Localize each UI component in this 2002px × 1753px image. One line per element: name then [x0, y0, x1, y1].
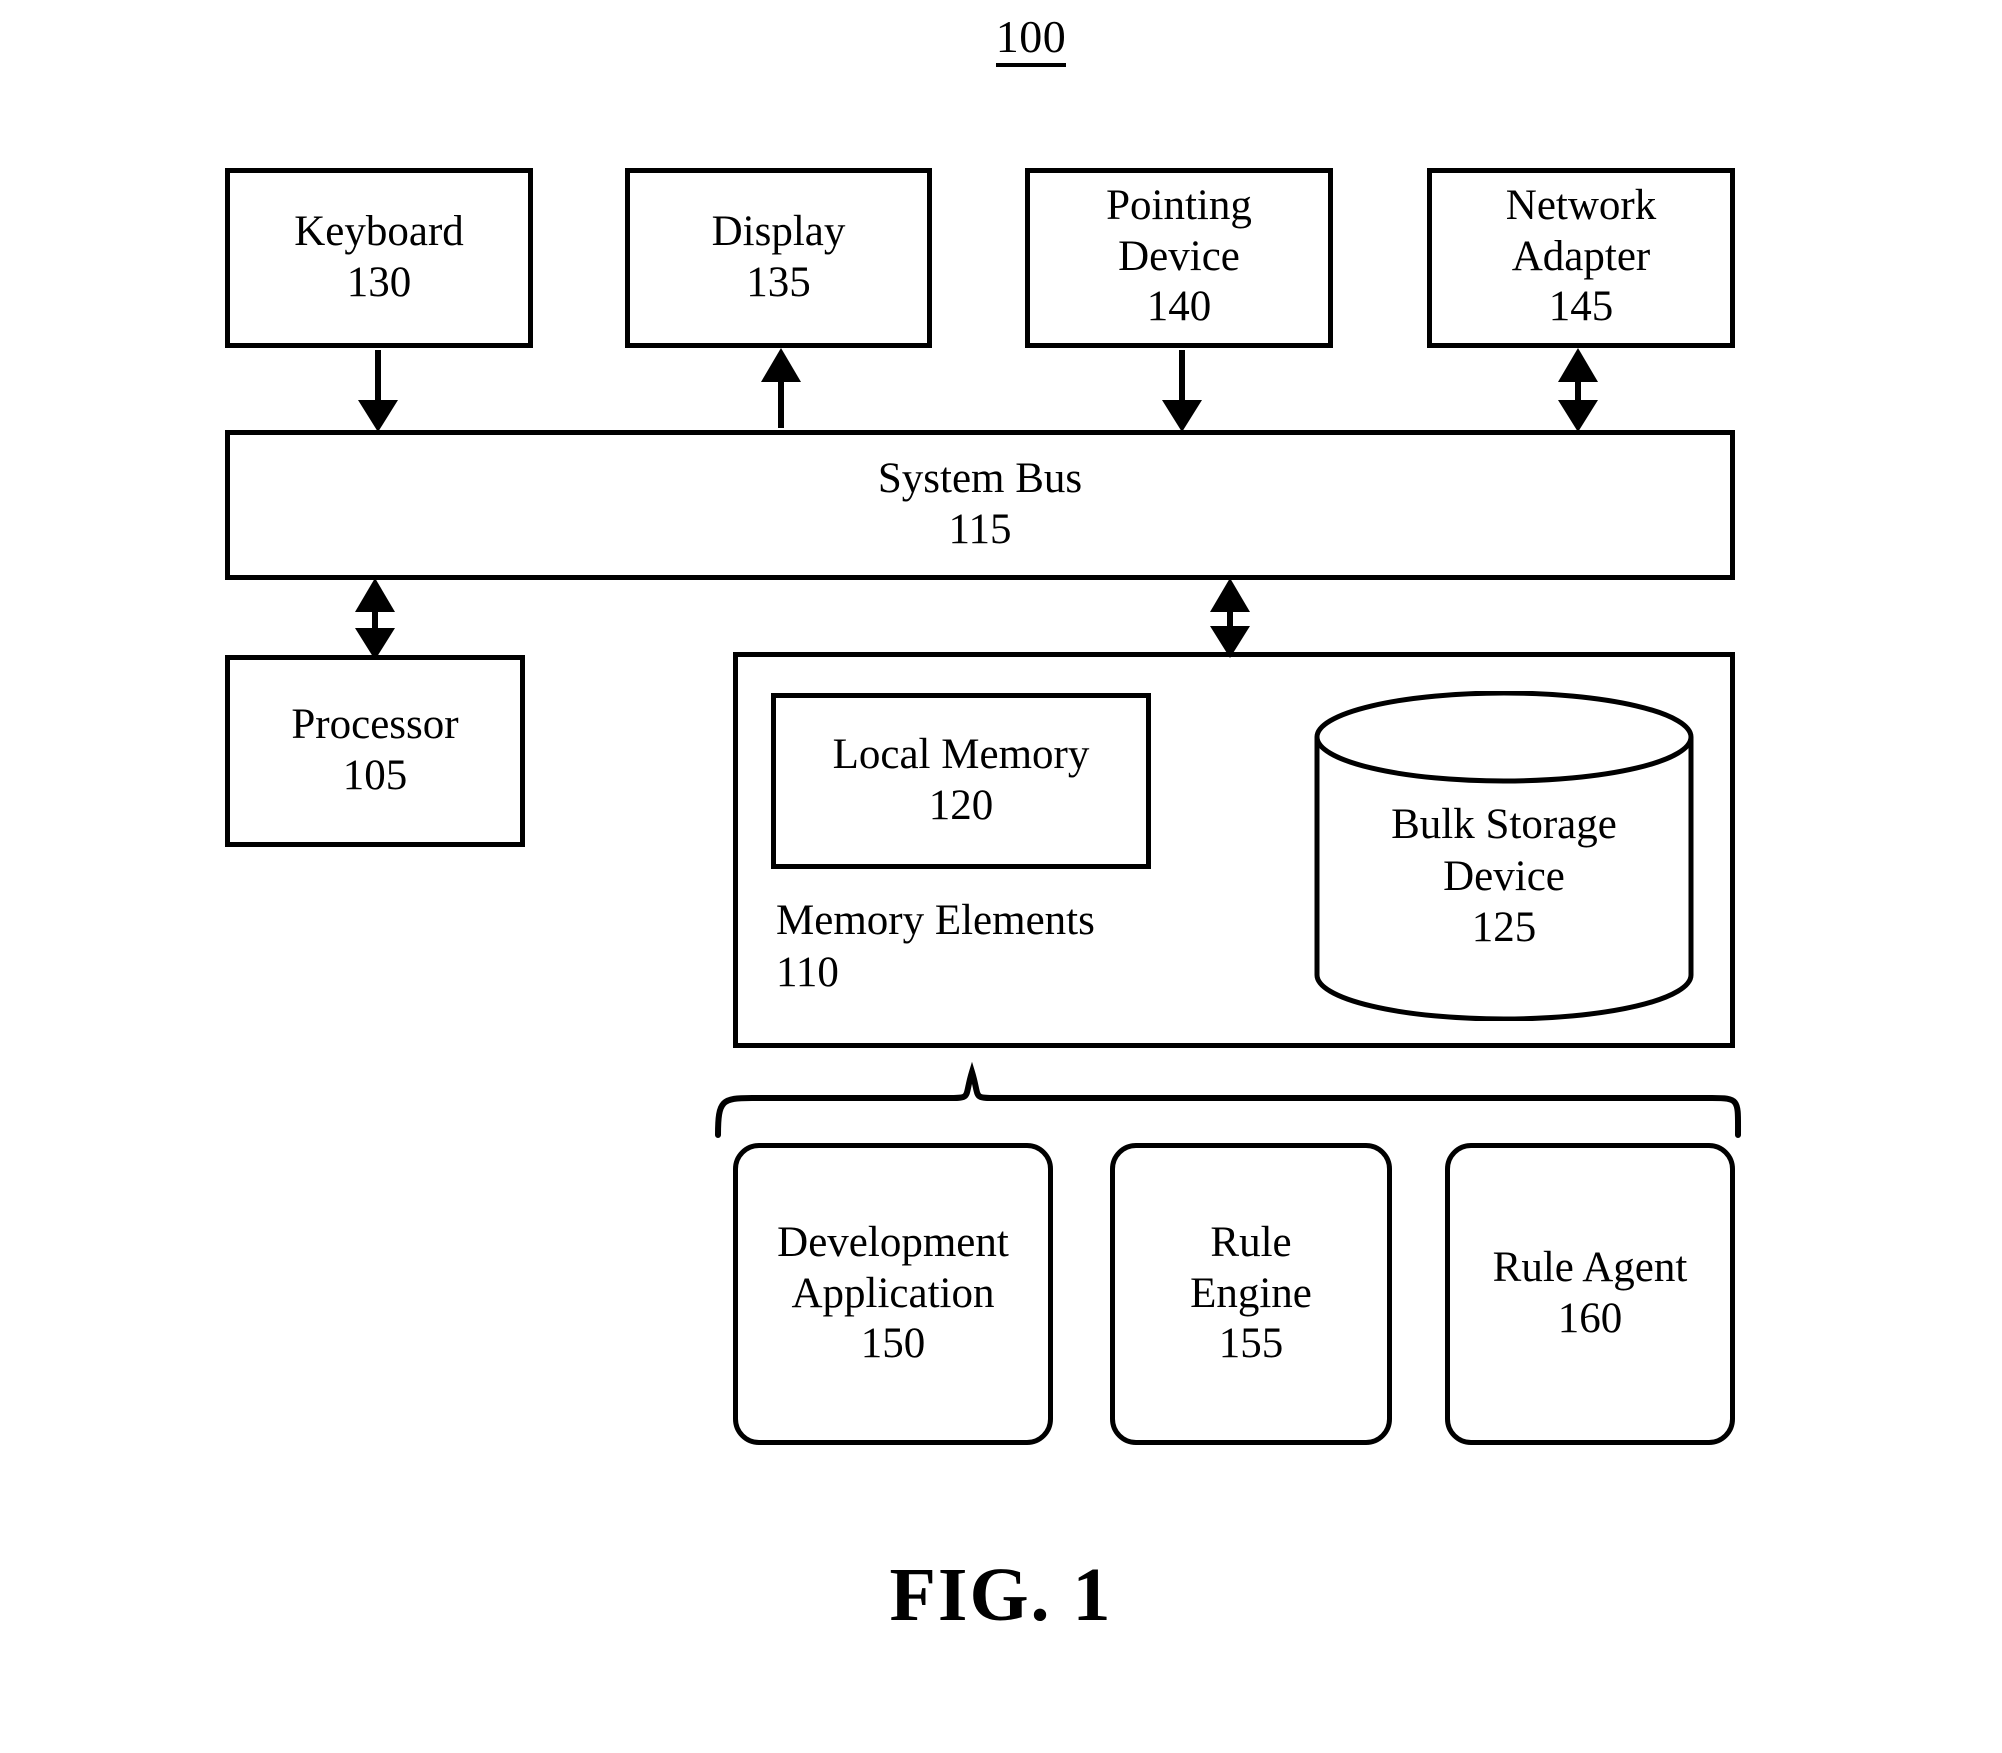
block-bulk-storage-device-title-line1: Bulk Storage	[1391, 801, 1617, 848]
block-network-adapter-title-line2: Adapter	[1511, 232, 1651, 280]
block-processor-title: Processor	[291, 701, 459, 749]
block-keyboard[interactable]: Keyboard 130	[225, 168, 533, 348]
memory-elements-brace	[715, 1061, 1742, 1138]
block-processor-ref: 105	[342, 752, 408, 799]
block-memory-elements-label: Memory Elements 110	[776, 895, 1095, 1000]
block-keyboard-title: Keyboard	[294, 208, 464, 256]
connector-bus-to-memory-elements	[1210, 578, 1250, 658]
connector-pointing-device-to-bus	[1162, 350, 1202, 432]
block-bulk-storage-device[interactable]: Bulk Storage Device 125	[1312, 690, 1696, 1022]
figure-caption: FIG. 1	[889, 1553, 1113, 1637]
connector-bus-to-processor	[355, 578, 395, 660]
block-rule-engine-title-line1: Rule	[1210, 1218, 1292, 1266]
block-keyboard-ref: 130	[346, 259, 412, 306]
block-system-bus-ref: 115	[948, 506, 1012, 553]
block-rule-engine[interactable]: Rule Engine 155	[1110, 1143, 1392, 1445]
block-development-application-title-line2: Application	[791, 1269, 995, 1317]
block-network-adapter-ref: 145	[1548, 283, 1614, 331]
block-network-adapter[interactable]: Network Adapter 145	[1427, 168, 1735, 348]
connector-keyboard-to-bus	[358, 350, 398, 432]
block-display-ref: 135	[746, 259, 811, 306]
figure-reference-number-value: 100	[995, 14, 1067, 67]
block-memory-elements-ref: 110	[776, 949, 839, 997]
block-rule-agent-title: Rule Agent	[1492, 1244, 1688, 1292]
block-local-memory-ref: 120	[928, 782, 994, 829]
figure-reference-number: 100	[0, 14, 2002, 67]
block-processor[interactable]: Processor 105	[225, 655, 525, 847]
block-pointing-device-title-line1: Pointing	[1106, 182, 1252, 229]
connector-display-from-bus	[761, 348, 801, 428]
block-development-application[interactable]: Development Application 150	[733, 1143, 1053, 1445]
block-local-memory-title: Local Memory	[832, 731, 1090, 779]
connector-network-adapter-bus	[1558, 348, 1598, 432]
block-network-adapter-title-line1: Network	[1505, 182, 1657, 229]
block-bulk-storage-device-title-line2: Device	[1443, 852, 1565, 900]
block-local-memory[interactable]: Local Memory 120	[771, 693, 1151, 869]
block-development-application-title-line1: Development	[777, 1218, 1009, 1266]
block-development-application-ref: 150	[860, 1320, 926, 1368]
block-system-bus[interactable]: System Bus 115	[225, 430, 1735, 580]
block-rule-engine-ref: 155	[1218, 1320, 1284, 1368]
block-bulk-storage-device-ref: 125	[1471, 904, 1537, 952]
block-pointing-device[interactable]: Pointing Device 140	[1025, 168, 1333, 348]
block-display[interactable]: Display 135	[625, 168, 932, 348]
block-rule-agent[interactable]: Rule Agent 160	[1445, 1143, 1735, 1445]
block-memory-elements-title: Memory Elements	[776, 897, 1095, 944]
block-memory-elements[interactable]: Local Memory 120 Memory Elements 110 Bul…	[733, 652, 1735, 1048]
block-rule-agent-ref: 160	[1557, 1295, 1623, 1342]
figure-page: 100 Keyboard 130 Display 135 Pointing De…	[0, 0, 2002, 1753]
block-bulk-storage-device-text: Bulk Storage Device 125	[1312, 799, 1696, 954]
block-display-title: Display	[711, 208, 846, 256]
block-pointing-device-title-line2: Device	[1118, 232, 1240, 280]
block-pointing-device-ref: 140	[1146, 283, 1212, 331]
block-system-bus-title: System Bus	[877, 455, 1083, 503]
block-rule-engine-title-line2: Engine	[1190, 1269, 1312, 1317]
